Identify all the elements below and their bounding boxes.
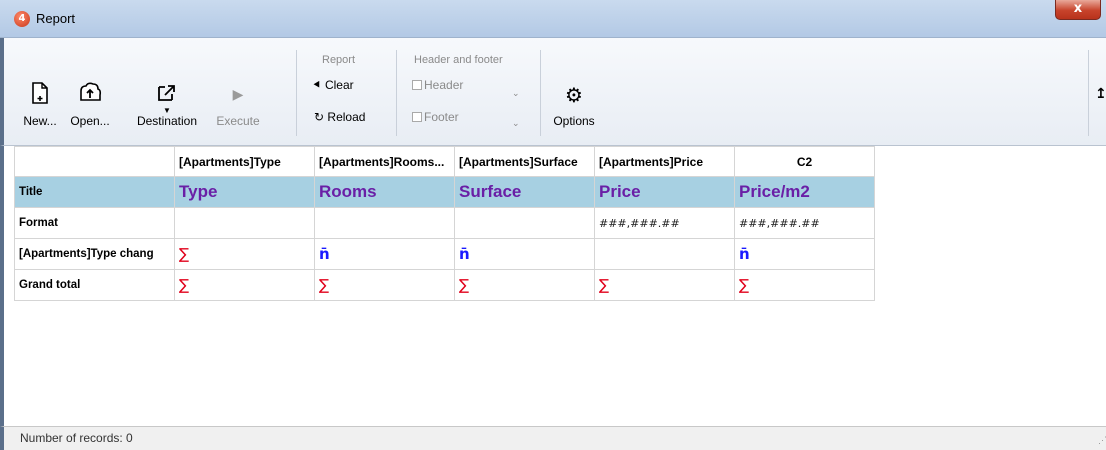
column-header[interactable]: [Apartments]Surface [454,146,595,177]
grand-total-row: Grand total ∑ ∑ ∑ ∑ ∑ [14,269,875,301]
title-cell[interactable]: Surface [454,176,595,208]
footer-checkbox[interactable]: Footer [412,110,459,124]
format-cell[interactable] [314,207,455,239]
footer-checkbox-box[interactable] [412,112,422,122]
column-header[interactable]: C2 [734,146,875,177]
report-group-title: Report [322,54,356,66]
clear-icon: ⯇ [312,78,322,92]
title-cell[interactable]: Type [174,176,315,208]
execute-label: Execute [216,114,260,128]
toolbar-separator [540,50,541,136]
format-row: Format ###,###.## ###,###.## [14,207,875,239]
open-label: Open... [70,114,110,128]
column-header-row: [Apartments]Type [Apartments]Rooms... [A… [14,146,875,177]
resize-grip-icon[interactable]: ⋰ [1098,435,1106,446]
report-editor: [Apartments]Type [Apartments]Rooms... [A… [0,146,1106,426]
sum-icon: ∑ [179,276,190,294]
execute-button[interactable]: ▶ Execute [208,82,268,128]
sum-icon: ∑ [319,276,330,294]
format-cell[interactable]: ###,###.## [734,207,875,239]
new-label: New... [23,114,57,128]
new-document-icon [20,82,60,108]
toolbar: New... Open... ▼ Destination ▶ Execute R… [0,38,1106,146]
break-cell[interactable]: n̄ [314,238,455,270]
reload-button[interactable]: ↻ Reload [314,110,365,124]
sum-icon: ∑ [739,276,750,294]
format-cell[interactable] [454,207,595,239]
clear-label: Clear [324,78,354,92]
close-button[interactable]: x [1055,0,1101,20]
clear-button[interactable]: ⯇ Clear [312,78,354,93]
column-header[interactable]: [Apartments]Rooms... [314,146,455,177]
title-cell[interactable]: Price/m2 [734,176,875,208]
row-label[interactable]: [Apartments]Type chang [14,238,175,270]
format-cell[interactable]: ###,###.## [594,207,735,239]
title-row: Title Type Rooms Surface Price Price/m2 [14,176,875,208]
destination-button[interactable]: ▼ Destination [130,82,204,128]
reload-label: Reload [327,110,366,124]
total-cell[interactable]: ∑ [314,269,455,301]
header-label: Header [424,78,464,92]
total-cell[interactable]: ∑ [594,269,735,301]
app-icon: 4 [14,11,30,27]
break-cell[interactable]: n̄ [454,238,595,270]
corner-cell [14,146,175,177]
destination-label: Destination [136,114,198,128]
sum-icon: ∑ [459,276,470,294]
title-cell[interactable]: Rooms [314,176,455,208]
options-button[interactable]: ⚙ Options [548,82,600,128]
open-icon [66,82,114,108]
header-dropdown-icon[interactable]: ⌄ [512,88,520,99]
new-button[interactable]: New... [20,82,60,128]
average-icon: n̄ [319,245,330,263]
row-label[interactable]: Title [14,176,175,208]
play-icon: ▶ [232,87,244,103]
toolbar-separator [296,50,297,136]
average-icon: n̄ [459,245,470,263]
options-label: Options [553,114,595,128]
break-cell[interactable]: n̄ [734,238,875,270]
destination-icon [130,82,204,108]
row-label[interactable]: Grand total [14,269,175,301]
break-cell[interactable]: ∑ [174,238,315,270]
column-header[interactable]: [Apartments]Price [594,146,735,177]
pin-icon[interactable]: ↥ [1095,86,1106,102]
footer-label: Footer [424,110,459,124]
gear-icon: ⚙ [565,83,583,107]
title-bar: 4 Report x [0,0,1106,38]
average-icon: n̄ [739,245,750,263]
toolbar-separator [396,50,397,136]
header-checkbox-box[interactable] [412,80,422,90]
sum-icon: ∑ [179,245,190,263]
records-count: Number of records: 0 [20,431,133,445]
report-table: [Apartments]Type [Apartments]Rooms... [A… [14,146,875,301]
reload-icon: ↻ [314,110,325,124]
toolbar-right-separator [1088,50,1089,136]
title-cell[interactable]: Price [594,176,735,208]
sum-icon: ∑ [599,276,610,294]
total-cell[interactable]: ∑ [174,269,315,301]
total-cell[interactable]: ∑ [454,269,595,301]
chevron-down-icon: ▼ [163,106,171,115]
row-label[interactable]: Format [14,207,175,239]
format-cell[interactable] [174,207,315,239]
header-checkbox[interactable]: Header [412,78,463,92]
open-button[interactable]: Open... [66,82,114,128]
window-title: Report [36,11,76,26]
status-bar: Number of records: 0 ⋰ [0,426,1106,450]
column-header[interactable]: [Apartments]Type [174,146,315,177]
header-footer-group-title: Header and footer [414,54,503,66]
break-cell[interactable] [594,238,735,270]
total-cell[interactable]: ∑ [734,269,875,301]
footer-dropdown-icon[interactable]: ⌄ [512,118,520,129]
break-row: [Apartments]Type chang ∑ n̄ n̄ n̄ [14,238,875,270]
